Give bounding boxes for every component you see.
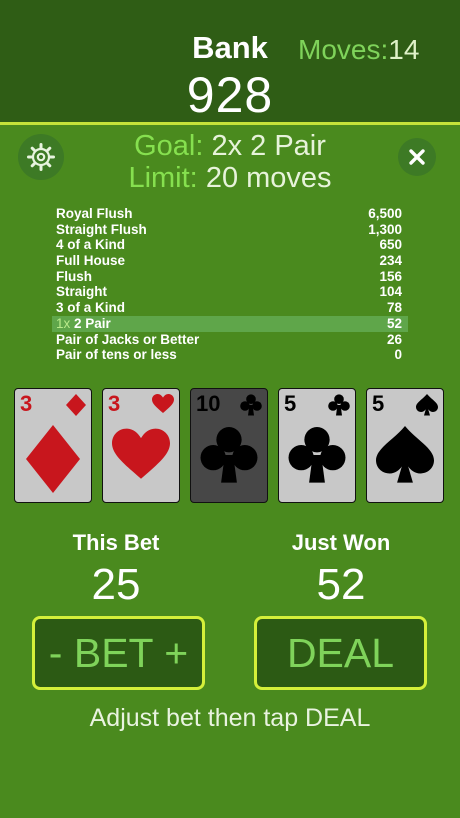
spade-icon — [376, 426, 434, 483]
limit-value: 20 moves — [205, 162, 332, 194]
paytable-payout: 0 — [394, 347, 402, 363]
spade-icon — [416, 394, 438, 416]
hint-text: Adjust bet then tap DEAL — [89, 704, 371, 732]
paytable-multiplier: 1x — [56, 315, 71, 331]
just-won-value: 52 — [316, 560, 366, 609]
settings-button[interactable] — [18, 134, 64, 180]
card-4[interactable]: 5 — [278, 388, 356, 503]
club-icon — [328, 394, 350, 416]
just-won-label: Just Won — [291, 530, 391, 555]
limit-text: Limit: 20 moves — [60, 162, 400, 195]
paytable-hand: Flush — [56, 268, 92, 284]
paytable-row: Straight Flush 1,300 — [52, 222, 408, 238]
card-rank: 3 — [20, 391, 33, 416]
club-icon — [200, 427, 258, 483]
bank-value: 928 — [186, 67, 274, 123]
goal-label: Goal: — [134, 130, 204, 162]
paytable-row: Pair of tens or less 0 — [52, 347, 408, 363]
bank-label: Bank — [192, 30, 268, 65]
paytable-row: Royal Flush 6,500 — [52, 206, 408, 222]
this-bet-label: This Bet — [72, 530, 160, 555]
paytable-row-current: 1x 2 Pair 52 — [52, 315, 408, 332]
moves-counter: Moves:14 — [298, 34, 419, 66]
paytable-payout: 234 — [379, 253, 402, 269]
bet-button[interactable]: - BET + — [32, 616, 205, 690]
paytable-payout: 104 — [379, 284, 402, 300]
card-rank: 5 — [284, 391, 297, 416]
card-rank: 10 — [196, 391, 221, 416]
card-3[interactable]: 10 — [190, 388, 268, 503]
card-rank: 3 — [108, 391, 121, 416]
paytable-hand: 2 Pair — [74, 315, 111, 331]
paytable-hand: Straight Flush — [56, 221, 147, 237]
paytable-hand: Pair of Jacks or Better — [56, 331, 200, 347]
paytable-hand: 4 of a Kind — [56, 237, 126, 253]
header-divider — [0, 122, 460, 125]
gear-icon — [27, 143, 55, 171]
paytable-payout: 52 — [386, 315, 402, 331]
paytable-hand: 3 of a Kind — [56, 300, 126, 316]
paytable-payout: 156 — [379, 268, 402, 284]
goal-text: Goal: 2x 2 Pair — [60, 130, 400, 163]
paytable-payout: 650 — [379, 237, 402, 253]
club-icon — [240, 394, 262, 416]
paytable-hand: Full House — [56, 253, 126, 269]
paytable-hand: Straight — [56, 284, 108, 300]
paytable-hand: Royal Flush — [56, 206, 133, 221]
heart-icon — [152, 394, 174, 413]
paytable-payout: 26 — [386, 331, 402, 347]
deal-button[interactable]: DEAL — [254, 616, 427, 690]
heart-icon — [112, 428, 170, 479]
paytable-row: Straight 104 — [52, 284, 408, 300]
paytable-row: Full House 234 — [52, 253, 408, 269]
goal-value: 2x 2 Pair — [211, 130, 326, 162]
close-button[interactable] — [398, 138, 436, 176]
moves-value: 14 — [388, 34, 420, 65]
paytable: Royal Flush 6,500 Straight Flush 1,300 4 o… — [52, 206, 408, 363]
paytable-hand: Pair of tens or less — [56, 347, 177, 363]
card-1[interactable]: 3 — [14, 388, 92, 503]
paytable-row: Flush 156 — [52, 269, 408, 285]
card-2[interactable]: 3 — [102, 388, 180, 503]
card-5[interactable]: 5 — [366, 388, 444, 503]
diamond-icon — [66, 394, 86, 416]
card-rank: 5 — [372, 391, 385, 416]
close-icon — [409, 149, 425, 165]
paytable-row: 4 of a Kind 650 — [52, 237, 408, 253]
moves-label: Moves: — [298, 34, 389, 65]
paytable-payout: 1,300 — [368, 221, 402, 237]
paytable-row: 3 of a Kind 78 — [52, 300, 408, 316]
paytable-payout: 6,500 — [368, 206, 402, 221]
card-row: 3 3 10 5 5 — [14, 388, 446, 503]
paytable-row: Pair of Jacks or Better 26 — [52, 332, 408, 348]
this-bet-value: 25 — [91, 560, 141, 609]
header-bar: Bank 928 Moves:14 — [0, 0, 460, 123]
limit-label: Limit: — [128, 162, 198, 194]
paytable-payout: 78 — [386, 300, 402, 316]
diamond-icon — [26, 425, 80, 493]
club-icon — [288, 427, 346, 483]
